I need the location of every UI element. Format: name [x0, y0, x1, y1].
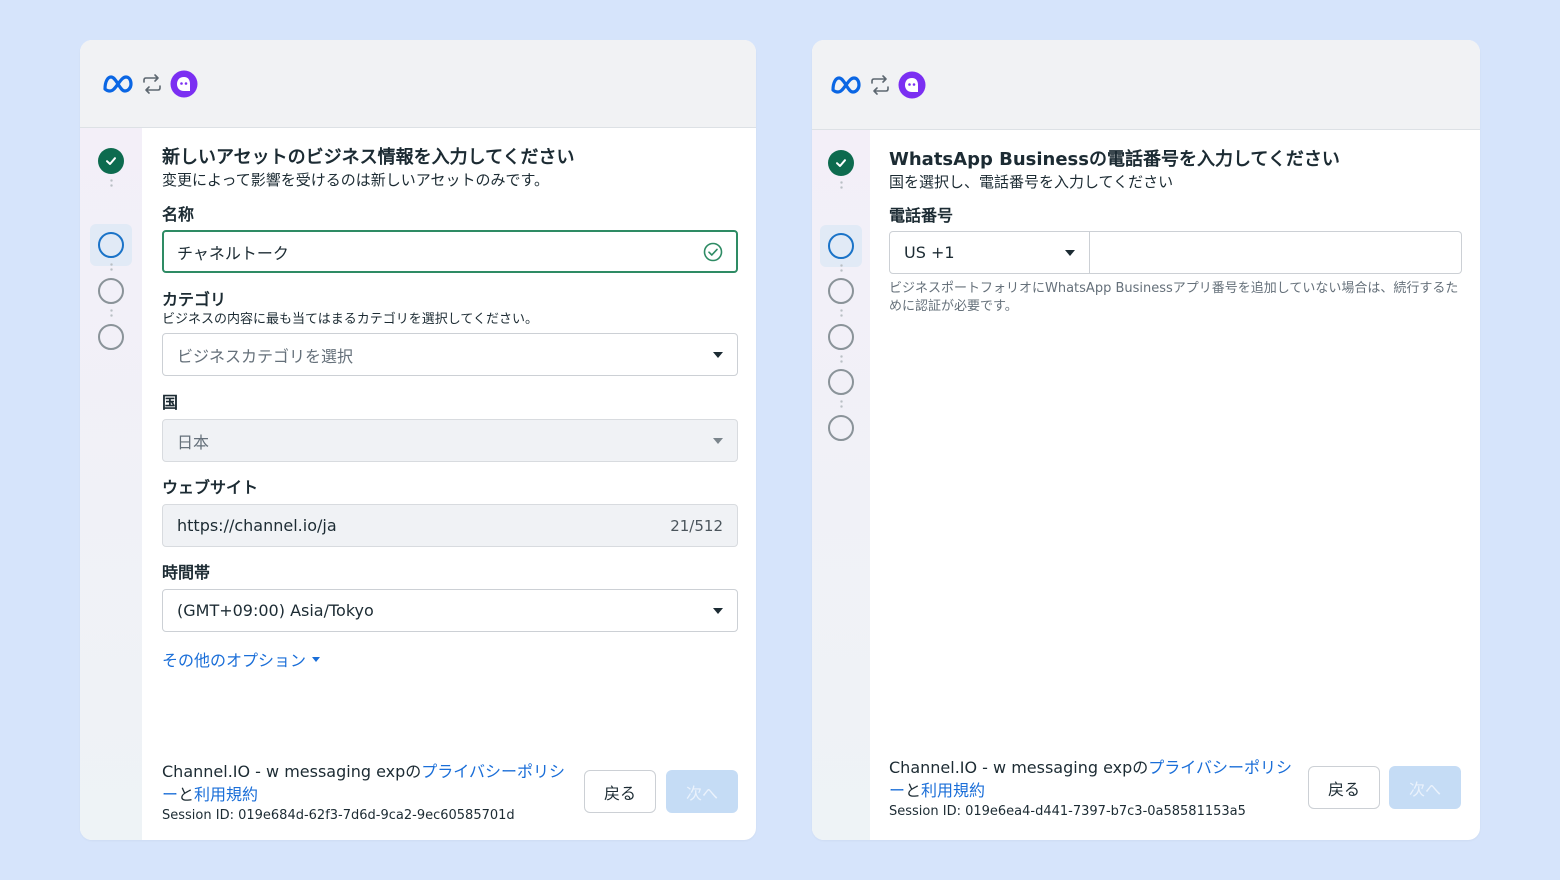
meta-logo-icon	[103, 74, 133, 93]
timezone-label: 時間帯	[162, 563, 211, 582]
dialog-header	[80, 40, 756, 128]
chevron-down-icon	[312, 656, 321, 662]
dialog-content: 新しいアセットのビジネス情報を入力してください 変更によって影響を受けるのは新し…	[142, 128, 756, 840]
website-input[interactable]: https://channel.io/ja 21/512	[162, 504, 738, 547]
page-title: 新しいアセットのビジネス情報を入力してください	[162, 147, 575, 168]
more-options-label: その他のオプション	[162, 651, 307, 670]
progress-stepper	[812, 130, 870, 840]
step-4	[828, 324, 854, 350]
country-code-select[interactable]: US +1	[889, 231, 1090, 274]
step-connector	[839, 180, 843, 190]
step-1-complete	[828, 150, 854, 176]
phone-input-group: US +1	[889, 231, 1462, 274]
phone-hint: ビジネスポートフォリオにWhatsApp Businessアプリ番号を追加してい…	[889, 281, 1459, 314]
check-icon	[836, 159, 846, 167]
step-connector	[109, 262, 113, 272]
chevron-down-icon	[713, 607, 723, 614]
name-value: チャネルトーク	[177, 243, 289, 263]
page-title: WhatsApp Businessの電話番号を入力してください	[889, 149, 1340, 170]
step-1-complete	[98, 148, 124, 174]
country-code-value: US +1	[904, 243, 955, 262]
step-connector	[109, 178, 113, 188]
category-label: カテゴリ	[162, 290, 227, 309]
progress-stepper	[80, 128, 142, 840]
logo-row	[830, 71, 926, 99]
category-placeholder: ビジネスカテゴリを選択	[177, 346, 354, 366]
website-char-counter: 21/512	[670, 516, 723, 535]
timezone-select[interactable]: (GMT+09:00) Asia/Tokyo	[162, 589, 738, 632]
footer-connector: と	[905, 781, 922, 800]
step-connector	[839, 399, 843, 409]
footer-legal-text: Channel.IO - w messaging expのプライバシーポリシーと…	[889, 756, 1299, 802]
step-4	[98, 324, 124, 350]
back-button[interactable]: 戻る	[584, 770, 656, 813]
step-2-current	[98, 232, 124, 258]
back-button[interactable]: 戻る	[1308, 766, 1380, 809]
more-options-link[interactable]: その他のオプション	[162, 647, 738, 671]
phone-label: 電話番号	[889, 206, 954, 225]
terms-link[interactable]: 利用規約	[194, 785, 258, 804]
check-icon	[106, 157, 116, 165]
chevron-down-icon	[713, 437, 723, 444]
whatsapp-phone-dialog: WhatsApp Businessの電話番号を入力してください 国を選択し、電話…	[812, 40, 1480, 840]
channel-talk-logo-icon	[170, 70, 198, 97]
terms-link[interactable]: 利用規約	[921, 781, 985, 800]
step-connector	[839, 354, 843, 364]
step-connector	[839, 308, 843, 318]
business-info-dialog: 新しいアセットのビジネス情報を入力してください 変更によって影響を受けるのは新し…	[80, 40, 756, 840]
step-connector	[109, 308, 113, 318]
sync-arrows-icon	[871, 74, 889, 95]
next-button[interactable]: 次へ	[1389, 766, 1461, 809]
footer-prefix: Channel.IO - w messaging expの	[889, 758, 1149, 777]
dialog-header	[812, 40, 1480, 130]
page-subtitle: 国を選択し、電話番号を入力してください	[889, 173, 1174, 191]
logo-row	[102, 70, 198, 98]
step-5	[828, 369, 854, 395]
footer-legal-text: Channel.IO - w messaging expのプライバシーポリシーと…	[162, 760, 572, 806]
step-3	[828, 278, 854, 304]
step-6	[828, 415, 854, 441]
timezone-value: (GMT+09:00) Asia/Tokyo	[177, 601, 374, 620]
step-2-current	[828, 233, 854, 259]
website-value: https://channel.io/ja	[177, 516, 337, 535]
meta-logo-icon	[831, 75, 861, 94]
next-button[interactable]: 次へ	[666, 770, 738, 813]
name-input[interactable]: チャネルトーク	[162, 230, 738, 273]
footer-connector: と	[178, 785, 195, 804]
country-label: 国	[162, 393, 179, 412]
country-value: 日本	[177, 432, 210, 452]
sync-arrows-icon	[143, 73, 161, 94]
country-select: 日本	[162, 419, 738, 462]
dialog-content: WhatsApp Businessの電話番号を入力してください 国を選択し、電話…	[870, 130, 1480, 840]
page-subtitle: 変更によって影響を受けるのは新しいアセットのみです。	[162, 171, 550, 189]
step-connector	[839, 263, 843, 273]
phone-number-input[interactable]	[1090, 231, 1462, 274]
chevron-down-icon	[1065, 249, 1075, 256]
dialog-footer: Channel.IO - w messaging expのプライバシーポリシーと…	[162, 760, 738, 823]
name-label: 名称	[162, 205, 195, 224]
category-select[interactable]: ビジネスカテゴリを選択	[162, 333, 738, 376]
channel-talk-logo-icon	[898, 71, 926, 98]
footer-prefix: Channel.IO - w messaging expの	[162, 762, 422, 781]
website-label: ウェブサイト	[162, 478, 259, 497]
check-circle-icon	[703, 242, 723, 261]
category-description: ビジネスの内容に最も当てはまるカテゴリを選択してください。	[162, 312, 538, 327]
step-3	[98, 278, 124, 304]
dialog-footer: Channel.IO - w messaging expのプライバシーポリシーと…	[889, 756, 1462, 819]
chevron-down-icon	[713, 351, 723, 358]
